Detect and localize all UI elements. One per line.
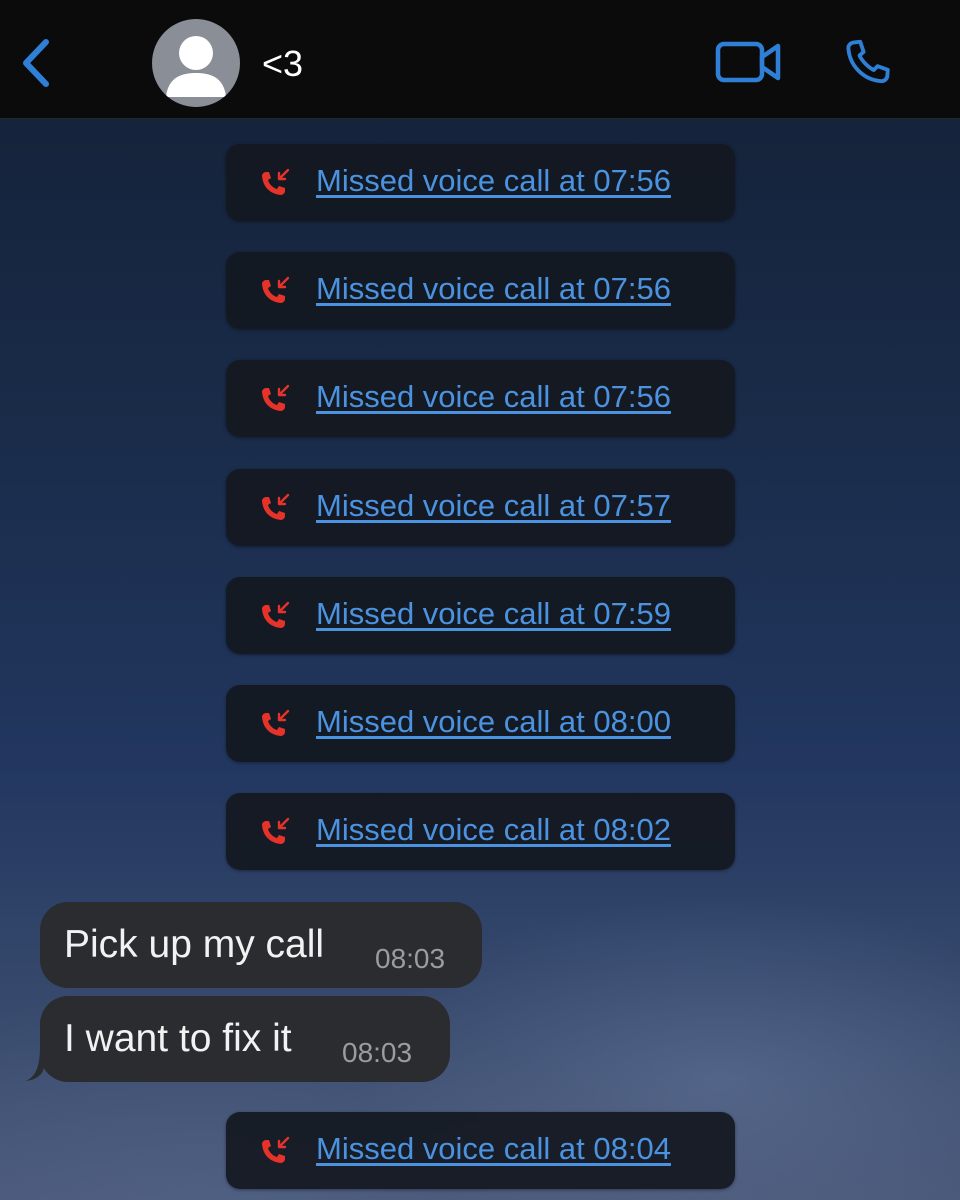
missed-call-bubble[interactable]: Missed voice call at 08:04 — [226, 1112, 735, 1189]
missed-call-label[interactable]: Missed voice call at 08:00 — [316, 703, 671, 741]
message-time: 08:03 — [342, 1037, 413, 1068]
missed-call-label[interactable]: Missed voice call at 07:56 — [316, 270, 671, 308]
missed-call-label[interactable]: Missed voice call at 08:02 — [316, 811, 671, 849]
video-camera-icon — [715, 41, 781, 83]
missed-call-label[interactable]: Missed voice call at 07:56 — [316, 378, 671, 416]
missed-call-bubble[interactable]: Missed voice call at 07:59 — [226, 577, 735, 654]
missed-call-label[interactable]: Missed voice call at 07:56 — [316, 162, 671, 200]
voice-call-button[interactable] — [838, 34, 896, 92]
missed-call-icon — [262, 601, 290, 628]
missed-call-icon — [262, 384, 290, 411]
message-time: 08:03 — [375, 943, 446, 974]
video-call-button[interactable] — [714, 38, 784, 86]
missed-call-icon — [262, 817, 290, 844]
person-icon — [166, 36, 226, 97]
contact-name[interactable]: <3 — [262, 42, 303, 86]
message-text: Pick up my call — [64, 923, 325, 966]
chat-header: <3 — [0, 0, 960, 119]
missed-call-icon — [262, 168, 290, 195]
received-message-bubble[interactable]: I want to fix it 08:03 — [40, 996, 450, 1082]
chevron-left-icon — [23, 39, 49, 87]
back-button[interactable] — [14, 34, 58, 92]
missed-call-bubble[interactable]: Missed voice call at 07:56 — [226, 360, 735, 437]
missed-call-bubble[interactable]: Missed voice call at 07:56 — [226, 252, 735, 329]
missed-call-label[interactable]: Missed voice call at 07:59 — [316, 595, 671, 633]
missed-call-label[interactable]: Missed voice call at 08:04 — [316, 1130, 671, 1168]
missed-call-bubble[interactable]: Missed voice call at 08:00 — [226, 685, 735, 762]
missed-call-bubble[interactable]: Missed voice call at 07:57 — [226, 469, 735, 546]
missed-call-icon — [262, 1136, 290, 1163]
missed-call-icon — [262, 276, 290, 303]
phone-icon — [846, 39, 890, 84]
received-message-bubble[interactable]: Pick up my call 08:03 — [40, 902, 482, 988]
avatar[interactable] — [152, 19, 240, 107]
missed-call-icon — [262, 493, 290, 520]
missed-call-label[interactable]: Missed voice call at 07:57 — [316, 487, 671, 525]
message-text: I want to fix it — [64, 1017, 292, 1060]
missed-call-bubble[interactable]: Missed voice call at 07:56 — [226, 144, 735, 221]
missed-call-icon — [262, 709, 290, 736]
missed-call-bubble[interactable]: Missed voice call at 08:02 — [226, 793, 735, 870]
